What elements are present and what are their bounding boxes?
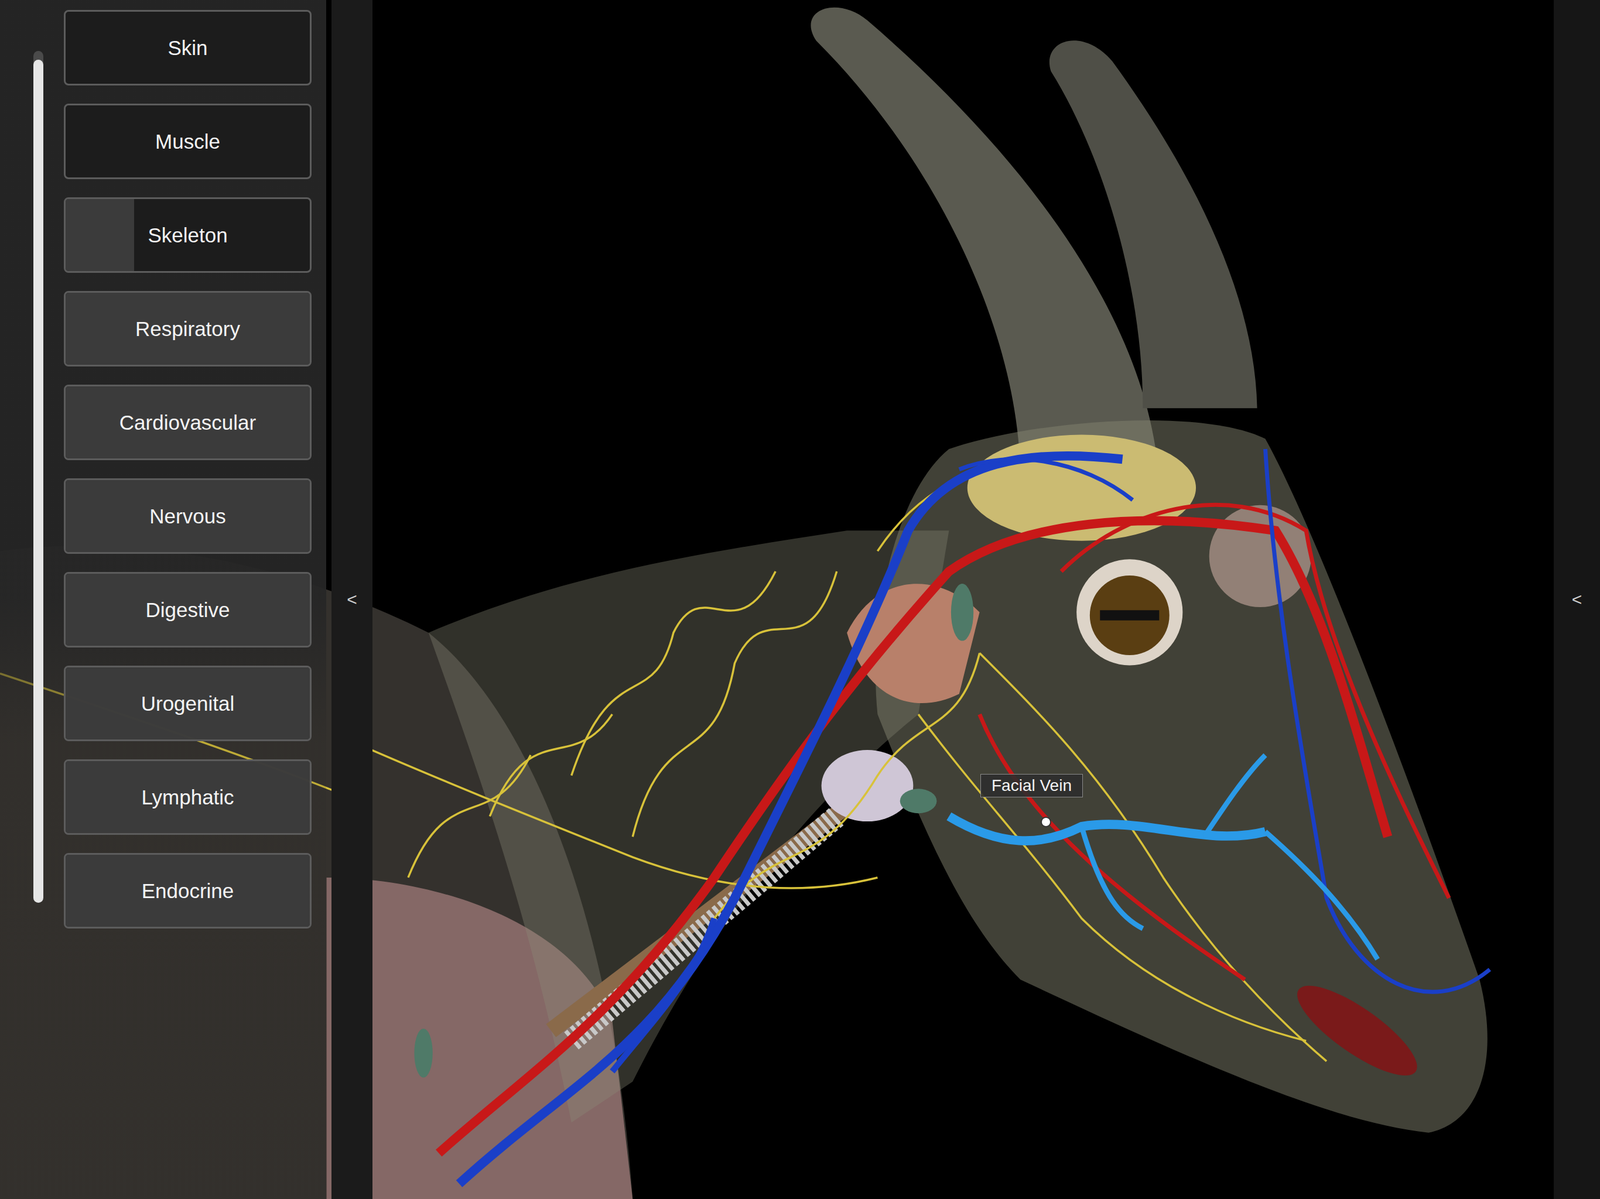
vein [959,459,1133,501]
layer-label: Endocrine [141,879,235,904]
jugular-vein [459,456,1123,1185]
layer-label: Lymphatic [141,785,234,810]
layer-opacity-fill [65,199,135,272]
vein [612,918,714,1072]
nerve [632,571,837,837]
layer-label: Digestive [145,598,231,622]
structure-label: Facial Vein [980,774,1083,798]
nerve [489,714,613,817]
layer-button[interactable]: Skin [63,9,312,86]
lymph-node [951,583,974,642]
collapse-icon: < [346,589,358,610]
anatomy-viewer: Skin Muscle Skeleton Respiratory Cardiov… [0,0,1600,1199]
layer-button[interactable]: Respiratory [63,291,312,367]
layer-label: Skeleton [147,223,228,248]
layer-panel: Skin Muscle Skeleton Respiratory Cardiov… [0,0,327,1199]
layer-label: Urogenital [141,692,235,716]
iris [1089,575,1170,656]
lymph-node [414,1028,433,1079]
layer-button[interactable]: Cardiovascular [63,384,312,461]
lymph-node [900,788,938,814]
layer-button[interactable]: Muscle [63,103,312,180]
layer-button[interactable]: Endocrine [63,853,312,929]
salivary-gland [846,583,980,704]
layer-button[interactable]: Urogenital [63,665,312,742]
layer-button[interactable]: Digestive [63,572,312,648]
nerve [918,714,1307,1042]
facial-vein-branch [1081,755,1378,960]
esophagus [551,806,847,1031]
artery [979,714,1246,980]
nerve [979,653,1327,1062]
layer-label: Respiratory [135,317,241,341]
layer-label: Muscle [155,130,221,154]
scrollbar-thumb[interactable] [33,59,44,904]
layer-button[interactable]: Skeleton [63,197,312,273]
artery [438,521,1388,1154]
layer-label: Cardiovascular [119,411,256,435]
vein [1265,449,1490,993]
artery [1061,504,1449,898]
layer-label: Skin [167,36,208,60]
layer-label: Nervous [149,504,226,529]
label-pin [1040,816,1052,828]
left-panel-toggle[interactable]: < [331,0,373,1199]
right-panel-toggle[interactable]: < [1553,0,1600,1199]
pupil [1099,610,1160,621]
nerve [571,571,776,776]
horn [1049,40,1258,409]
layer-button[interactable]: Lymphatic [63,759,312,836]
larynx [821,750,914,822]
head-shape [875,420,1488,1134]
layer-button[interactable]: Nervous [63,478,312,555]
scrollbar[interactable] [33,50,44,904]
eye [1076,559,1183,666]
expand-icon: < [1571,589,1583,610]
